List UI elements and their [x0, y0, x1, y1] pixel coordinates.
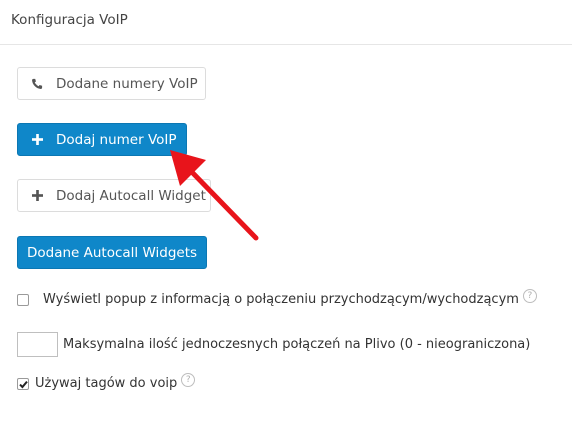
popup-option-label: Wyświetl popup z informacją o połączeniu…: [43, 292, 519, 307]
page-title: Konfiguracja VoIP: [11, 12, 128, 28]
plus-icon: [30, 189, 44, 203]
popup-option: Wyświetl popup z informacją o połączeniu…: [17, 288, 537, 307]
tags-option-label: Używaj tagów do voip: [35, 376, 178, 391]
plus-icon: [30, 133, 44, 147]
phone-icon: [30, 77, 44, 91]
voip-numbers-label: Dodane numery VoIP: [56, 75, 198, 92]
checkmark-icon: [19, 380, 28, 388]
voip-numbers-button[interactable]: Dodane numery VoIP: [17, 67, 206, 100]
help-icon[interactable]: ?: [522, 288, 537, 303]
help-icon[interactable]: ?: [181, 372, 196, 387]
tags-option: Używaj tagów do voip ?: [17, 372, 196, 391]
red-arrow-annotation: [170, 150, 259, 241]
panel-header: Konfiguracja VoIP: [0, 0, 572, 45]
autocall-widgets-label: Dodane Autocall Widgets: [26, 244, 198, 261]
popup-checkbox[interactable]: [17, 293, 29, 306]
max-calls-input[interactable]: [17, 332, 58, 357]
max-calls-option: Maksymalna ilość jednoczesnych połączeń …: [17, 332, 530, 357]
add-voip-number-label: Dodaj numer VoIP: [56, 131, 177, 148]
voip-config-page: Konfiguracja VoIP Dodane numery VoIP Dod…: [0, 0, 572, 426]
tags-checkbox[interactable]: [17, 377, 29, 390]
max-calls-label: Maksymalna ilość jednoczesnych połączeń …: [63, 337, 531, 352]
